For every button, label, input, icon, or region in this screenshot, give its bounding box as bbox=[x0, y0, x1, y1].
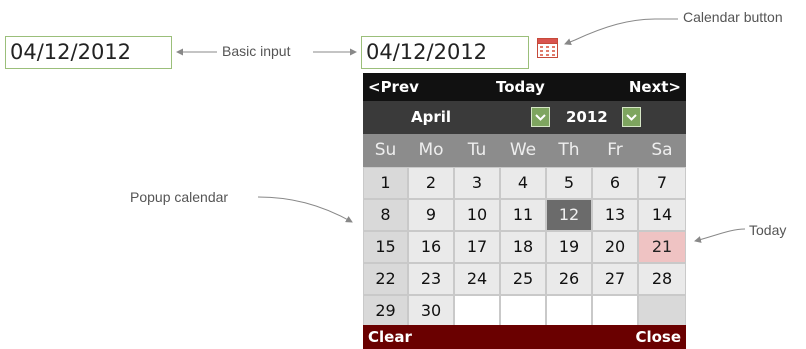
empty-day-cell bbox=[593, 296, 637, 326]
popup-calendar-annotation: Popup calendar bbox=[130, 189, 229, 205]
empty-day-cell bbox=[639, 296, 685, 326]
day-cell[interactable]: 4 bbox=[501, 168, 545, 198]
day-cell[interactable]: 5 bbox=[547, 168, 591, 198]
day-cell[interactable]: 30 bbox=[409, 296, 453, 326]
day-cell[interactable]: 9 bbox=[409, 200, 453, 230]
day-cell[interactable]: 3 bbox=[455, 168, 499, 198]
month-dropdown[interactable] bbox=[531, 107, 550, 127]
year-dropdown[interactable] bbox=[622, 107, 641, 127]
today-arrow bbox=[694, 228, 746, 243]
weekday-label: Su bbox=[374, 140, 397, 160]
day-cell[interactable]: 8 bbox=[364, 200, 407, 230]
day-cell[interactable]: 1 bbox=[364, 168, 407, 198]
day-cell[interactable]: 27 bbox=[593, 264, 637, 294]
popup-calendar: <Prev Today Next> April 2012 Su Mo Tu We Th F… bbox=[363, 73, 686, 349]
weekday-label: Th bbox=[558, 140, 580, 160]
basic-date-input[interactable]: 04/12/2012 bbox=[5, 36, 172, 69]
calendar-day-grid: 1 2 3 4 5 6 7 8 9 10 11 12 13 14 15 16 17 18 19 20 21 22 23 24 2… bbox=[363, 167, 686, 326]
day-cell[interactable]: 21 bbox=[639, 232, 685, 262]
day-cell[interactable]: 18 bbox=[501, 232, 545, 262]
weekday-label: Fr bbox=[607, 140, 623, 160]
day-cell[interactable]: 25 bbox=[501, 264, 545, 294]
day-cell[interactable]: 23 bbox=[409, 264, 453, 294]
close-button[interactable]: Close bbox=[635, 328, 681, 346]
day-cell[interactable]: 2 bbox=[409, 168, 453, 198]
day-cell[interactable]: 17 bbox=[455, 232, 499, 262]
day-cell[interactable]: 10 bbox=[455, 200, 499, 230]
day-cell[interactable]: 20 bbox=[593, 232, 637, 262]
empty-day-cell bbox=[501, 296, 545, 326]
weekday-label: Sa bbox=[651, 140, 673, 160]
prev-month-button[interactable]: <Prev bbox=[368, 78, 419, 96]
empty-day-cell bbox=[547, 296, 591, 326]
calendar-icon bbox=[537, 38, 558, 58]
next-month-button[interactable]: Next> bbox=[629, 78, 681, 96]
weekday-label: Mo bbox=[418, 140, 444, 160]
today-button[interactable]: Today bbox=[496, 78, 545, 96]
day-cell[interactable]: 26 bbox=[547, 264, 591, 294]
day-cell[interactable]: 29 bbox=[364, 296, 407, 326]
month-year-bar: April 2012 bbox=[363, 101, 686, 134]
weekday-label: Tu bbox=[467, 140, 487, 160]
day-cell[interactable]: 24 bbox=[455, 264, 499, 294]
day-cell[interactable]: 22 bbox=[364, 264, 407, 294]
basic-input-annotation: Basic input bbox=[222, 43, 291, 59]
day-cell[interactable]: 15 bbox=[364, 232, 407, 262]
day-cell[interactable]: 16 bbox=[409, 232, 453, 262]
day-cell[interactable]: 28 bbox=[639, 264, 685, 294]
day-cell[interactable]: 6 bbox=[593, 168, 637, 198]
year-label: 2012 bbox=[566, 108, 608, 126]
day-cell[interactable]: 7 bbox=[639, 168, 685, 198]
empty-day-cell bbox=[455, 296, 499, 326]
chevron-down-icon bbox=[535, 114, 546, 121]
popup-calendar-arrow bbox=[257, 196, 353, 223]
calendar-footer: Clear Close bbox=[363, 325, 686, 349]
weekday-header: Su Mo Tu We Th Fr Sa bbox=[363, 134, 686, 167]
clear-button[interactable]: Clear bbox=[368, 328, 412, 346]
weekday-label: We bbox=[509, 140, 537, 160]
calendar-button-arrow bbox=[564, 18, 678, 46]
calendar-button-annotation: Calendar button bbox=[683, 9, 783, 25]
day-cell[interactable]: 12 bbox=[547, 200, 591, 230]
day-cell[interactable]: 19 bbox=[547, 232, 591, 262]
chevron-down-icon bbox=[626, 114, 637, 121]
day-cell[interactable]: 14 bbox=[639, 200, 685, 230]
datepicker-input[interactable]: 04/12/2012 bbox=[361, 36, 529, 69]
day-cell[interactable]: 13 bbox=[593, 200, 637, 230]
calendar-nav-bar: <Prev Today Next> bbox=[363, 73, 686, 101]
calendar-button[interactable] bbox=[537, 38, 558, 58]
today-annotation: Today bbox=[749, 222, 787, 238]
month-label: April bbox=[411, 108, 452, 126]
day-cell[interactable]: 11 bbox=[501, 200, 545, 230]
